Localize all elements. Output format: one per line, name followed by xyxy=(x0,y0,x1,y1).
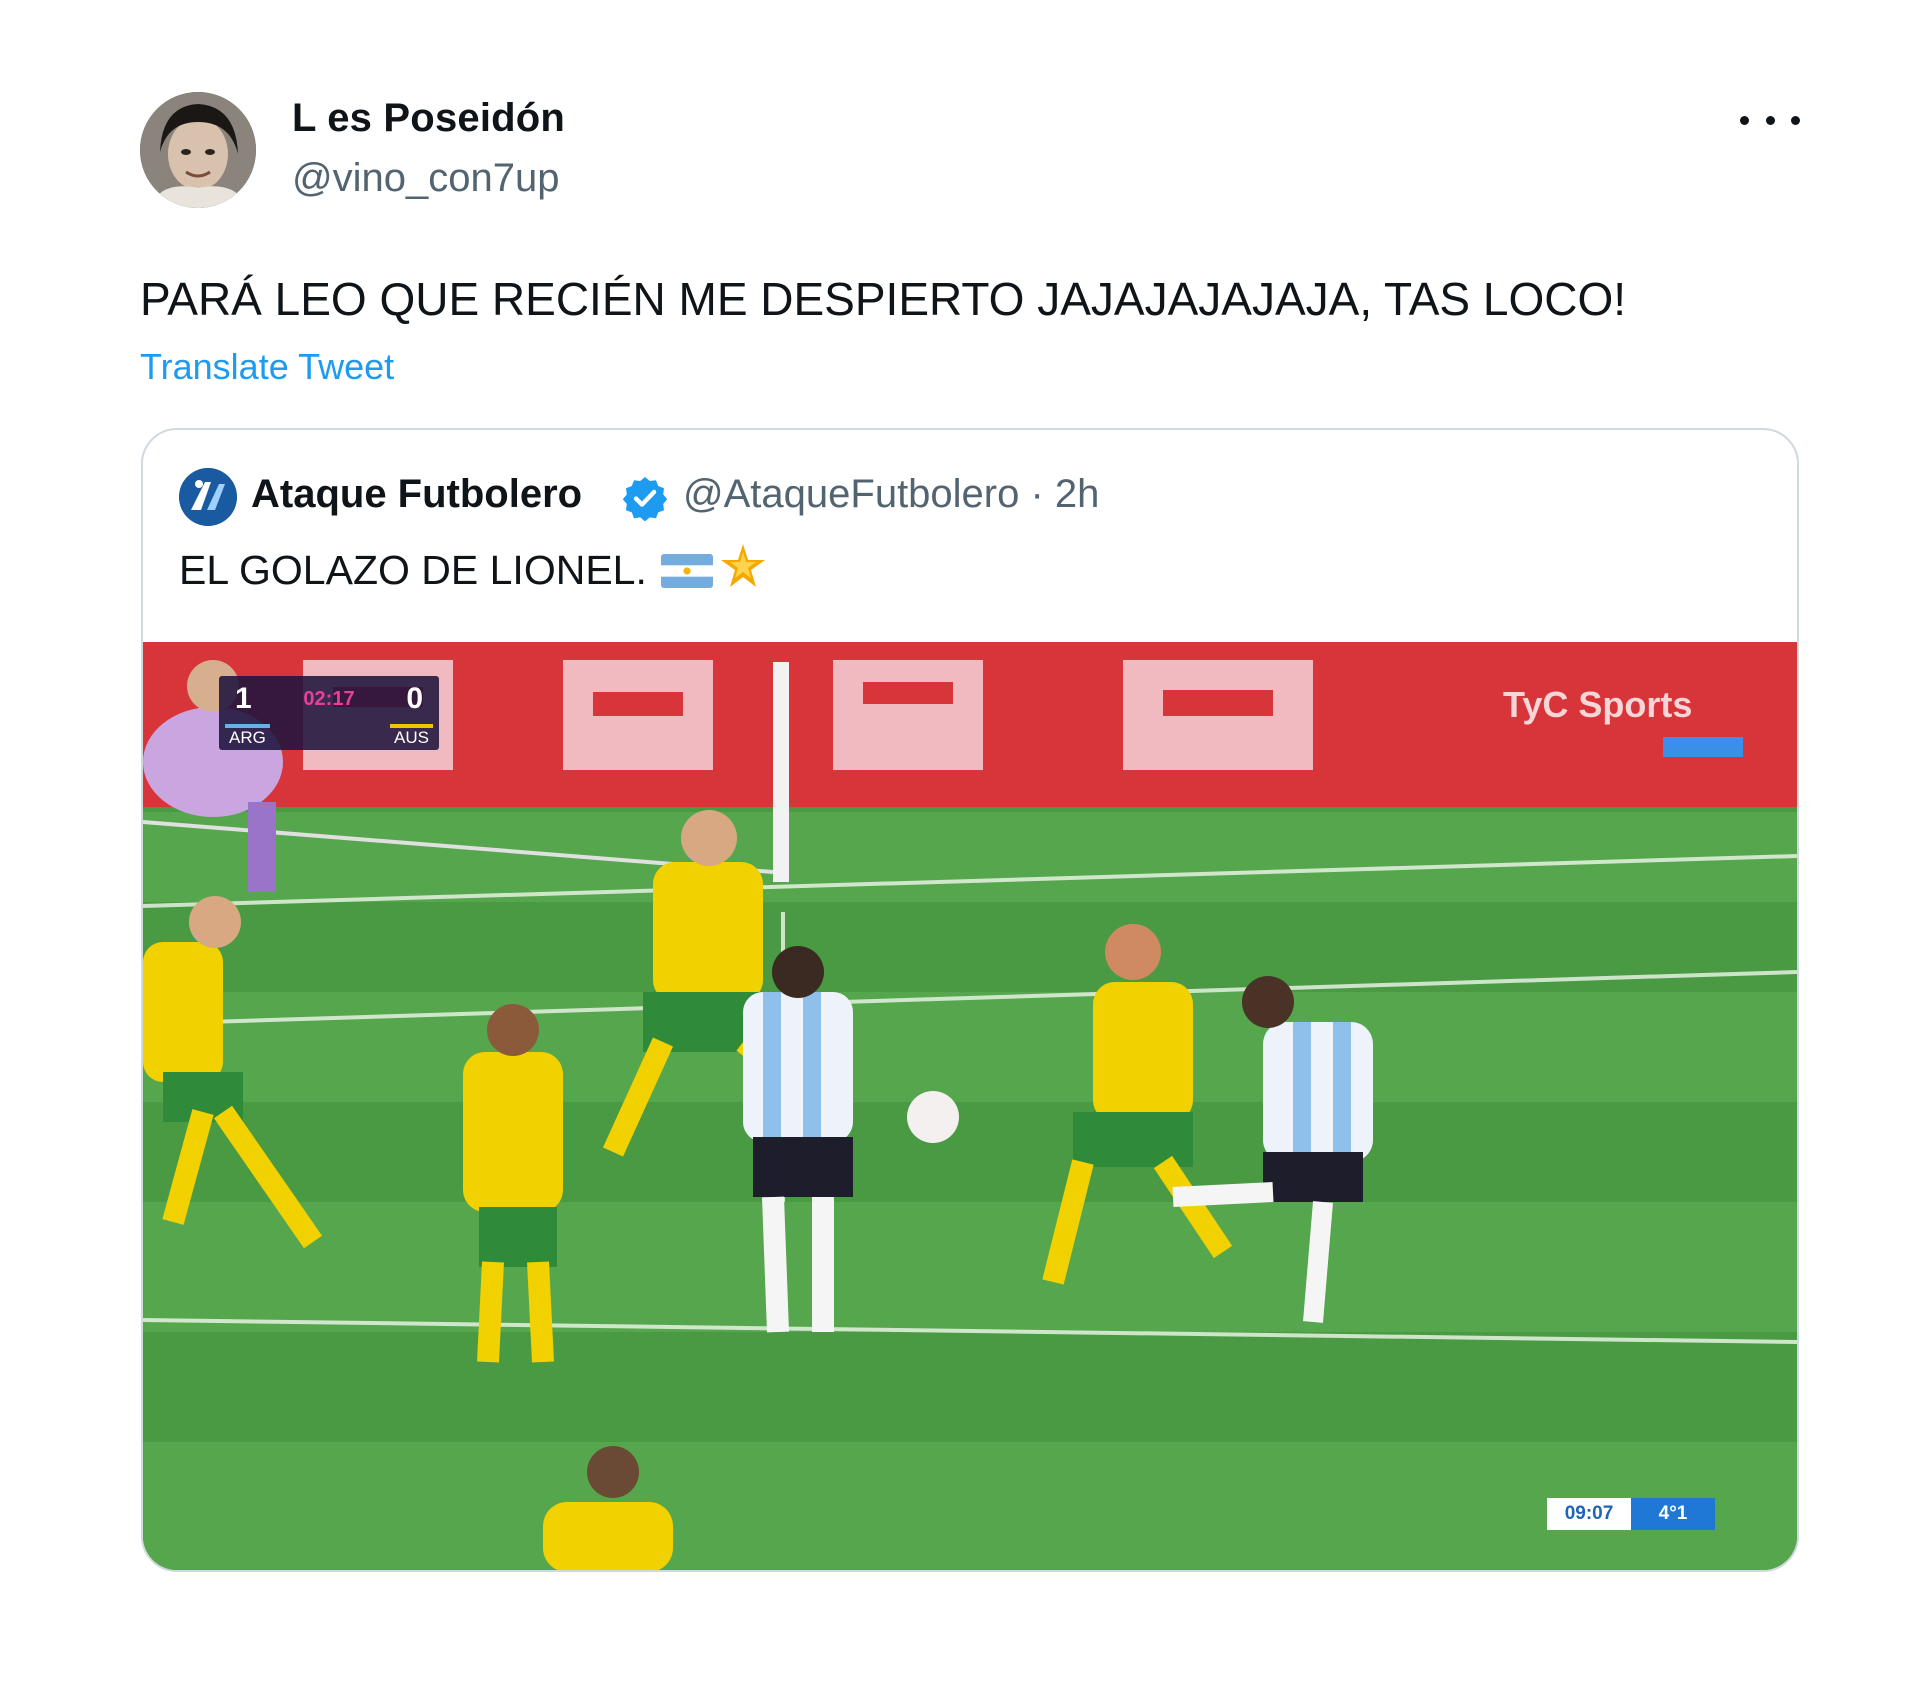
ellipsis-icon xyxy=(1740,115,1749,125)
quoted-tweet-text: EL GOLAZO DE LIONEL. xyxy=(179,547,647,593)
author-avatar[interactable] xyxy=(140,92,256,208)
author-name[interactable]: L es Poseidón xyxy=(292,96,565,141)
video-media[interactable]: 1 02:17 0 ARG AUS TyC Sports 09:07 4°1 xyxy=(143,642,1797,1570)
quoted-handle-time: @AtaqueFutbolero · 2h xyxy=(683,472,1100,516)
more-options-button[interactable] xyxy=(1740,100,1800,140)
star-icon xyxy=(720,544,765,587)
clock-time: 09:07 xyxy=(1547,1498,1631,1530)
clock-value: 4°1 xyxy=(1631,1498,1715,1530)
scoreboard: 1 02:17 0 ARG AUS xyxy=(219,676,439,750)
away-score: 0 xyxy=(406,682,423,715)
home-team: ARG xyxy=(225,724,270,748)
translate-tweet-link[interactable]: Translate Tweet xyxy=(140,346,394,388)
quoted-tweet-text-row: EL GOLAZO DE LIONEL. xyxy=(179,542,769,594)
away-team: AUS xyxy=(390,724,433,748)
verified-badge-icon xyxy=(621,474,669,522)
quoted-author-name[interactable]: Ataque Futbolero xyxy=(251,472,582,517)
quoted-tweet-card[interactable]: Ataque Futbolero @AtaqueFutbolero · 2h E… xyxy=(141,428,1799,1572)
broadcast-clock: 09:07 4°1 xyxy=(1547,1498,1715,1530)
argentina-flag-icon xyxy=(660,554,713,588)
tweet-text: PARÁ LEO QUE RECIÉN ME DESPIERTO JAJAJAJ… xyxy=(140,273,1627,325)
author-handle[interactable]: @vino_con7up xyxy=(292,156,559,201)
quoted-author-avatar[interactable] xyxy=(179,468,237,526)
broadcaster-logo: TyC Sports xyxy=(1503,684,1693,725)
video-frame xyxy=(143,642,1797,1570)
tweet: L es Poseidón @vino_con7up PARÁ LEO QUE … xyxy=(0,0,1920,1685)
